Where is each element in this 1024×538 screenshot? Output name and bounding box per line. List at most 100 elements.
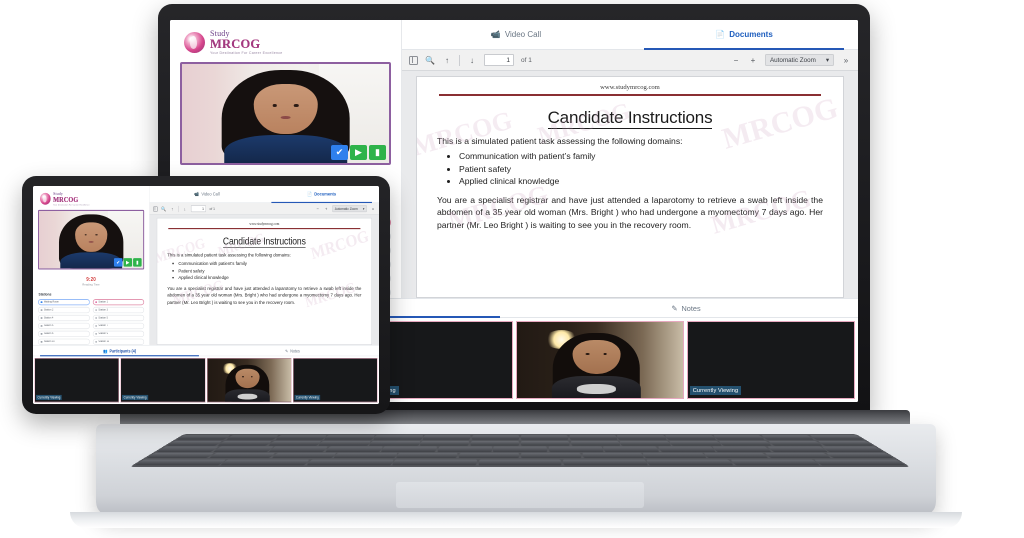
next-page-icon[interactable]: ↓ bbox=[182, 206, 187, 212]
product-mockup-scene: Study MRCOG Your Destination For Career … bbox=[0, 0, 1024, 538]
logo-mrcog-text: MRCOG bbox=[53, 196, 89, 203]
brand-logo: Study MRCOG Your Destination For Career … bbox=[40, 191, 144, 206]
participants-tabbar: 👥 Participants (4) ✎ Notes bbox=[33, 346, 379, 357]
station-item-4[interactable]: Station 4 bbox=[38, 314, 90, 322]
document-icon: 📄 bbox=[715, 29, 726, 39]
sidebar-toggle-icon[interactable] bbox=[409, 55, 418, 65]
laptop-keyboard bbox=[129, 434, 911, 467]
station-item-waiting-room[interactable]: Waiting Room bbox=[38, 298, 90, 306]
station-status-icon bbox=[40, 309, 43, 312]
sidebar-toggle-icon[interactable] bbox=[153, 206, 158, 212]
main-tabbar: 📹 Video Call 📄 Documents bbox=[402, 20, 858, 50]
right-panel: 📹 Video Call 📄 Documents 🔍 ↑ ↓ 1 of 1 − … bbox=[149, 186, 379, 345]
previous-page-icon[interactable]: ↑ bbox=[170, 206, 175, 212]
chevron-down-icon: ▾ bbox=[362, 206, 365, 211]
stations-heading: Stations bbox=[38, 292, 52, 297]
brand-logo: Study MRCOG Your Destination For Career … bbox=[184, 30, 391, 55]
accept-call-icon[interactable]: ✔ bbox=[331, 145, 348, 160]
zoom-level-select[interactable]: Automatic Zoom ▾ bbox=[332, 205, 367, 213]
more-tools-icon[interactable]: » bbox=[841, 55, 851, 65]
more-tools-icon[interactable]: » bbox=[370, 206, 375, 212]
self-video-frame[interactable]: ✔ ▶ ▮ bbox=[180, 62, 391, 165]
tab-notes[interactable]: ✎ Notes bbox=[206, 346, 379, 356]
document-lead: This is a simulated patient task assessi… bbox=[437, 136, 683, 146]
video-controls[interactable]: ✔ ▶ ▮ bbox=[113, 258, 142, 267]
laptop-deck bbox=[96, 424, 936, 516]
tab-documents[interactable]: 📄 Documents bbox=[264, 186, 379, 204]
station-item-6[interactable]: Station 6 bbox=[38, 322, 90, 330]
pdf-viewport[interactable]: MRCOG MRCOG MRCOG MRCOG MRCOG www.studym… bbox=[402, 71, 858, 298]
chevron-down-icon: ▾ bbox=[825, 56, 829, 64]
document-domain-list: Communication with patient’s family Pati… bbox=[437, 151, 823, 186]
list-item: Patient safety bbox=[459, 164, 823, 174]
station-status-icon bbox=[95, 332, 97, 335]
station-item-7[interactable]: Station 7 bbox=[92, 322, 145, 330]
microphone-toggle-icon[interactable]: ▮ bbox=[133, 258, 142, 267]
tab-video-call[interactable]: 📹 Video Call bbox=[150, 186, 265, 202]
stations-list: Waiting Room Station 1 Station 2 bbox=[38, 298, 145, 345]
logo-mrcog-text: MRCOG bbox=[210, 38, 283, 51]
station-item-3[interactable]: Station 3 bbox=[92, 306, 145, 314]
left-panel: Study MRCOG Your Destination For Career … bbox=[33, 186, 150, 345]
station-label: Station 10 bbox=[43, 340, 55, 344]
pdf-viewport[interactable]: MRCOG MRCOG MRCOG MRCOG MRCOG www.studym… bbox=[149, 214, 379, 345]
station-status-icon bbox=[95, 301, 97, 304]
search-icon[interactable]: 🔍 bbox=[161, 206, 166, 212]
toolbar-divider bbox=[178, 205, 179, 212]
participant-tile-active-video[interactable] bbox=[206, 358, 292, 403]
zoom-in-icon[interactable]: + bbox=[324, 206, 329, 212]
zoom-in-icon[interactable]: + bbox=[748, 55, 758, 65]
zoom-level-select[interactable]: Automatic Zoom ▾ bbox=[764, 54, 834, 66]
document-scenario-paragraph: You are a specialist registrar and have … bbox=[437, 195, 823, 230]
camera-toggle-icon[interactable]: ▶ bbox=[350, 145, 367, 160]
participant-tile-active-video[interactable] bbox=[515, 321, 684, 399]
search-icon[interactable]: 🔍 bbox=[425, 55, 435, 65]
zoom-out-icon[interactable]: − bbox=[315, 206, 320, 212]
station-status-icon bbox=[40, 340, 43, 343]
station-label: Station 1 bbox=[98, 300, 108, 304]
camera-toggle-icon[interactable]: ▶ bbox=[123, 258, 133, 267]
station-item-2[interactable]: Station 2 bbox=[38, 306, 90, 314]
tab-video-call[interactable]: 📹 Video Call bbox=[402, 20, 630, 49]
tab-notes[interactable]: ✎ Notes bbox=[514, 299, 858, 317]
tab-participants[interactable]: 👥 Participants (4) bbox=[33, 346, 206, 357]
tab-documents[interactable]: 📄 Documents bbox=[630, 20, 858, 50]
zoom-level-label: Automatic Zoom bbox=[334, 206, 358, 211]
station-label: Station 5 bbox=[98, 316, 108, 320]
station-label: Station 2 bbox=[43, 308, 54, 312]
next-page-icon[interactable]: ↓ bbox=[467, 55, 477, 65]
participant-tile[interactable]: Currently Viewing bbox=[686, 321, 855, 399]
station-item-8[interactable]: Station 8 bbox=[38, 330, 90, 338]
status-badge: Currently Viewing bbox=[122, 394, 149, 401]
right-panel: 📹 Video Call 📄 Documents 🔍 ↑ ↓ 1 of 1 − … bbox=[402, 20, 858, 298]
station-status-icon bbox=[40, 324, 43, 327]
microphone-toggle-icon[interactable]: ▮ bbox=[369, 145, 386, 160]
station-item-9[interactable]: Station 9 bbox=[92, 330, 145, 338]
status-badge: Currently Viewing bbox=[294, 394, 321, 401]
tab-label: Video Call bbox=[201, 191, 220, 197]
video-camera-icon: 📹 bbox=[194, 191, 200, 197]
page-total-label: of 1 bbox=[521, 56, 532, 64]
station-status-icon bbox=[95, 309, 97, 312]
document-scenario-paragraph: You are a specialist registrar and have … bbox=[167, 285, 362, 306]
zoom-out-icon[interactable]: − bbox=[731, 55, 741, 65]
station-item-5[interactable]: Station 5 bbox=[92, 314, 145, 322]
tab-label: Participants (4) bbox=[109, 348, 137, 354]
tablet-device: Study MRCOG Your Destination For Career … bbox=[22, 176, 390, 414]
participant-avatar bbox=[551, 332, 642, 398]
station-status-icon bbox=[95, 340, 97, 343]
previous-page-icon[interactable]: ↑ bbox=[442, 55, 452, 65]
self-video-frame[interactable]: ✔ ▶ ▮ bbox=[38, 209, 145, 270]
station-label: Waiting Room bbox=[43, 300, 59, 304]
page-number-input[interactable]: 1 bbox=[190, 205, 206, 213]
video-controls[interactable]: ✔ ▶ ▮ bbox=[331, 145, 386, 160]
tab-label: Documents bbox=[314, 191, 337, 197]
page-number-input[interactable]: 1 bbox=[484, 54, 514, 66]
status-badge: Currently Viewing bbox=[36, 394, 62, 401]
accept-call-icon[interactable]: ✔ bbox=[113, 258, 123, 267]
station-label: Station 7 bbox=[98, 324, 108, 328]
station-item-1[interactable]: Station 1 bbox=[92, 298, 145, 306]
participant-tile[interactable]: Currently Viewing bbox=[120, 358, 206, 403]
participant-tile[interactable]: Currently Viewing bbox=[292, 358, 378, 403]
participant-tile[interactable]: Currently Viewing bbox=[34, 358, 120, 403]
